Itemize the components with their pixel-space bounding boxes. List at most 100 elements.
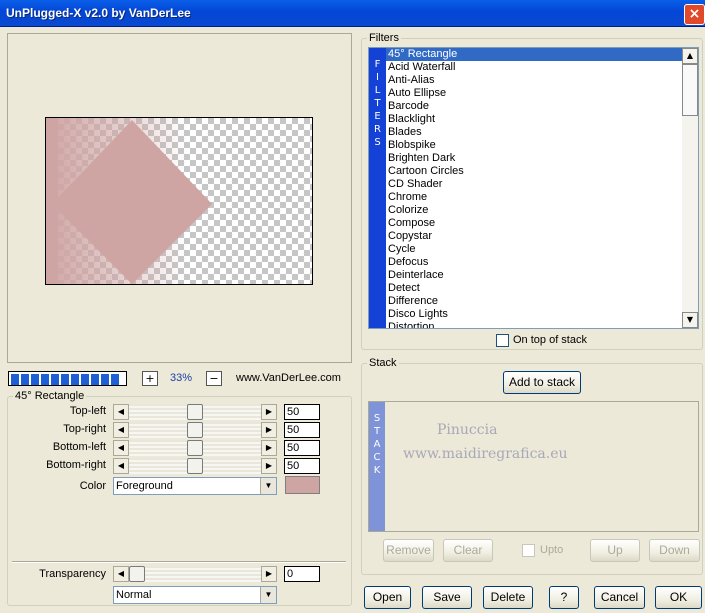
on-top-checkbox[interactable] xyxy=(496,334,509,347)
filter-list-item[interactable]: Distortion xyxy=(386,321,683,328)
arrow-right-icon[interactable]: ▶ xyxy=(261,440,277,456)
zoom-in-button[interactable]: + xyxy=(142,371,158,386)
stack-list[interactable]: S T A C K Pinuccia www.maidiregrafica.eu xyxy=(368,401,699,532)
on-top-label: On top of stack xyxy=(513,334,587,346)
arrow-left-icon[interactable]: ◀ xyxy=(113,458,129,474)
bottom-right-value[interactable]: 50 xyxy=(284,458,320,474)
filter-list-item[interactable]: Blacklight xyxy=(386,113,683,126)
color-swatch[interactable] xyxy=(285,476,320,494)
filter-list-item[interactable]: CD Shader xyxy=(386,178,683,191)
up-button[interactable]: Up xyxy=(590,539,640,562)
transparency-slider[interactable]: ◀ ▶ xyxy=(113,566,277,582)
window-title: UnPlugged-X v2.0 by VanDerLee xyxy=(6,6,191,20)
filters-group-title: Filters xyxy=(367,32,401,44)
progress-bar xyxy=(8,371,127,386)
top-left-value[interactable]: 50 xyxy=(284,404,320,420)
filter-list-item[interactable]: Copystar xyxy=(386,230,683,243)
filter-list-item[interactable]: Barcode xyxy=(386,100,683,113)
filter-list-item[interactable]: Defocus xyxy=(386,256,683,269)
title-bar: UnPlugged-X v2.0 by VanDerLee × xyxy=(0,0,705,27)
arrow-right-icon[interactable]: ▶ xyxy=(261,458,277,474)
arrow-left-icon[interactable]: ◀ xyxy=(113,404,129,420)
arrow-left-icon[interactable]: ◀ xyxy=(113,566,129,582)
clear-button[interactable]: Clear xyxy=(443,539,493,562)
zoom-out-button[interactable]: − xyxy=(206,371,222,386)
bottom-left-value[interactable]: 50 xyxy=(284,440,320,456)
filter-list-item[interactable]: Blobspike xyxy=(386,139,683,152)
help-button[interactable]: ? xyxy=(549,586,579,609)
color-select[interactable]: Foreground ▼ xyxy=(113,477,277,495)
slider-knob[interactable] xyxy=(187,458,203,474)
slider-knob[interactable] xyxy=(187,422,203,438)
top-left-slider[interactable]: ◀ ▶ xyxy=(113,404,277,420)
color-label: Color xyxy=(79,480,106,492)
delete-button[interactable]: Delete xyxy=(483,586,533,609)
filter-list-item[interactable]: Colorize xyxy=(386,204,683,217)
scroll-thumb[interactable] xyxy=(682,64,698,116)
top-right-value[interactable]: 50 xyxy=(284,422,320,438)
filter-list-item[interactable]: Cycle xyxy=(386,243,683,256)
preview-shape xyxy=(46,118,312,284)
zoom-value: 33% xyxy=(170,372,193,384)
transparency-value[interactable]: 0 xyxy=(284,566,320,582)
remove-button[interactable]: Remove xyxy=(383,539,434,562)
vanderlee-link[interactable]: www.VanDerLee.com xyxy=(236,372,341,384)
close-button[interactable]: × xyxy=(684,4,705,25)
filter-list-item[interactable]: Brighten Dark xyxy=(386,152,683,165)
bottom-left-label: Bottom-left xyxy=(52,441,106,453)
bottom-left-slider[interactable]: ◀ ▶ xyxy=(113,440,277,456)
bottom-right-slider[interactable]: ◀ ▶ xyxy=(113,458,277,474)
upto-checkbox[interactable] xyxy=(522,544,535,557)
arrow-right-icon[interactable]: ▶ xyxy=(261,422,277,438)
slider-knob[interactable] xyxy=(129,566,145,582)
divider xyxy=(12,561,346,563)
down-button[interactable]: Down xyxy=(649,539,700,562)
top-right-label: Top-right xyxy=(63,423,106,435)
stack-group-title: Stack xyxy=(367,357,399,369)
filter-list-item[interactable]: Disco Lights xyxy=(386,308,683,321)
slider-knob[interactable] xyxy=(187,440,203,456)
stack-band: S T A C K xyxy=(369,402,385,531)
bottom-right-label: Bottom-right xyxy=(46,459,106,471)
filter-list-item[interactable]: 45° Rectangle xyxy=(386,48,683,61)
scroll-down-icon[interactable]: ▼ xyxy=(682,312,698,328)
top-left-label: Top-left xyxy=(69,405,106,417)
arrow-left-icon[interactable]: ◀ xyxy=(113,422,129,438)
filter-list-item[interactable]: Deinterlace xyxy=(386,269,683,282)
open-button[interactable]: Open xyxy=(364,586,411,609)
chevron-down-icon[interactable]: ▼ xyxy=(260,587,276,603)
arrow-right-icon[interactable]: ▶ xyxy=(261,404,277,420)
filter-list-item[interactable]: Cartoon Circles xyxy=(386,165,683,178)
color-select-value: Foreground xyxy=(116,480,173,492)
scroll-up-icon[interactable]: ▲ xyxy=(682,48,698,64)
filter-list-item[interactable]: Blades xyxy=(386,126,683,139)
top-right-slider[interactable]: ◀ ▶ xyxy=(113,422,277,438)
chevron-down-icon[interactable]: ▼ xyxy=(260,478,276,494)
add-to-stack-button[interactable]: Add to stack xyxy=(503,371,581,394)
preview-pane xyxy=(7,33,352,363)
params-group-title: 45° Rectangle xyxy=(13,390,87,402)
ok-button[interactable]: OK xyxy=(655,586,702,609)
save-button[interactable]: Save xyxy=(422,586,472,609)
arrow-right-icon[interactable]: ▶ xyxy=(261,566,277,582)
cancel-button[interactable]: Cancel xyxy=(594,586,645,609)
filters-band: F I L T E R S xyxy=(369,48,386,328)
filter-list-item[interactable]: Acid Waterfall xyxy=(386,61,683,74)
slider-knob[interactable] xyxy=(187,404,203,420)
filter-list-item[interactable]: Compose xyxy=(386,217,683,230)
filter-list-item[interactable]: Anti-Alias xyxy=(386,74,683,87)
upto-label: Upto xyxy=(540,544,564,556)
filters-items[interactable]: 45° Rectangle Acid Waterfall Anti-Alias Aut… xyxy=(386,48,683,328)
arrow-left-icon[interactable]: ◀ xyxy=(113,440,129,456)
transparency-label: Transparency xyxy=(39,568,106,580)
blend-mode-select[interactable]: Normal ▼ xyxy=(113,586,277,604)
filter-list-item[interactable]: Chrome xyxy=(386,191,683,204)
filter-list-item[interactable]: Auto Ellipse xyxy=(386,87,683,100)
filters-scrollbar[interactable]: ▲ ▼ xyxy=(682,48,698,328)
blend-mode-value: Normal xyxy=(116,589,152,601)
watermark-name: Pinuccia xyxy=(437,422,498,438)
filter-list-item[interactable]: Difference xyxy=(386,295,683,308)
preview-canvas[interactable] xyxy=(45,117,313,285)
filter-list-item[interactable]: Detect xyxy=(386,282,683,295)
filters-list[interactable]: F I L T E R S 45° Rectangle Acid Waterfal… xyxy=(368,47,699,329)
